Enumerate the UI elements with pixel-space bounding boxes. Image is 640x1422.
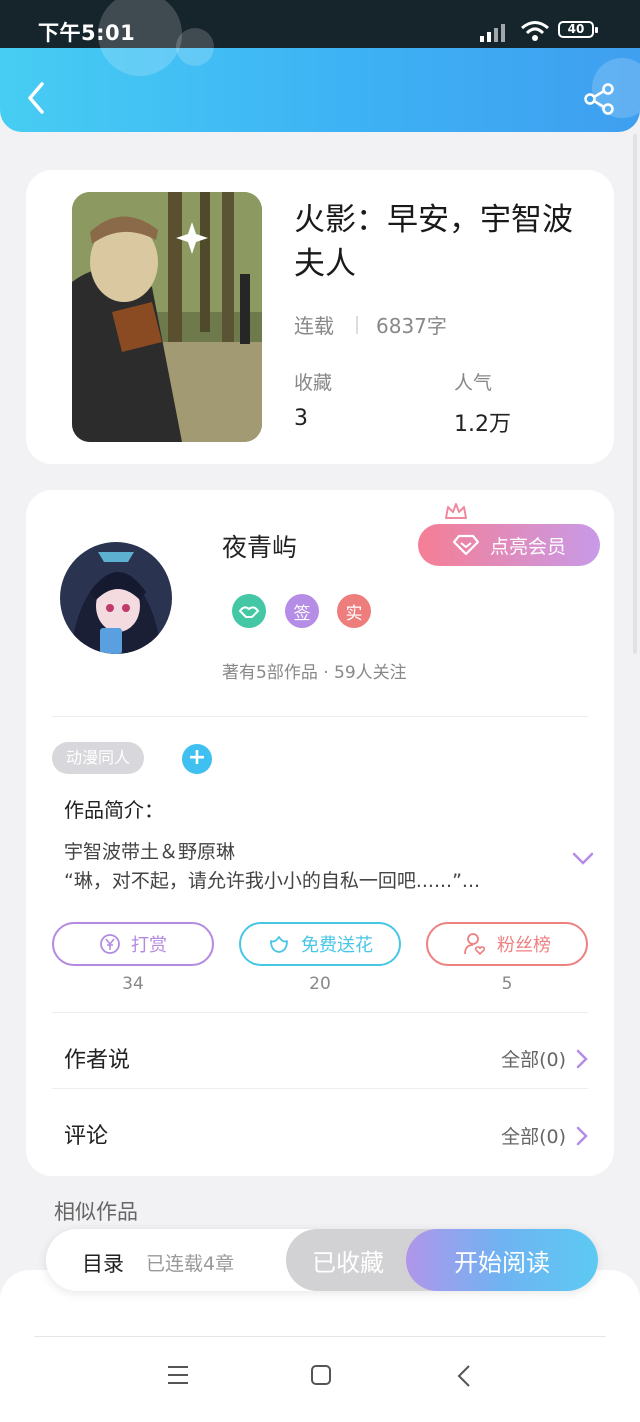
reading-action-bar: 目录 已连载4章 已收藏 开始阅读 <box>46 1229 598 1291</box>
catalog-button[interactable]: 目录 <box>82 1248 124 1278</box>
fan-user-icon <box>464 933 486 956</box>
popularity-label: 人气 <box>454 372 493 394</box>
comments-title: 评论 <box>64 1124 109 1149</box>
popularity-count: 1.2万 <box>454 412 511 437</box>
handshake-badge-icon[interactable] <box>232 594 266 628</box>
battery-indicator: 40 <box>558 21 598 38</box>
yen-icon <box>100 934 120 954</box>
bottom-sheet <box>0 1270 640 1422</box>
light-up-vip-button[interactable]: 点亮会员 <box>418 524 600 566</box>
author-says-title: 作者说 <box>64 1048 131 1073</box>
signal-icon <box>480 24 505 42</box>
chapter-count: 已连载4章 <box>146 1253 235 1275</box>
share-icon[interactable] <box>582 82 616 116</box>
divider <box>34 1336 606 1337</box>
word-count: 6837字 <box>376 314 447 338</box>
home-icon[interactable] <box>310 1364 332 1386</box>
genre-tag[interactable]: 动漫同人 <box>52 742 145 774</box>
author-card: 夜青屿 点亮会员 签 实 著有5部作品 · 59人关注 动漫同人 + 作品简介：… <box>26 490 614 1176</box>
chevron-right-icon <box>576 1049 588 1068</box>
similar-works-title: 相似作品 <box>54 1200 138 1224</box>
add-tag-icon[interactable]: + <box>182 744 212 774</box>
diamond-icon <box>452 534 480 556</box>
fan-count: 5 <box>501 974 513 994</box>
book-title: 火影：早安，宇智波夫人 <box>294 202 573 282</box>
favorites-count: 3 <box>294 406 308 431</box>
author-says-all-link[interactable]: 全部(0) <box>501 1045 588 1072</box>
divider <box>52 716 588 717</box>
vip-button-label: 点亮会员 <box>489 535 566 558</box>
back-icon[interactable] <box>22 80 52 116</box>
chevron-down-icon[interactable] <box>572 852 594 866</box>
book-info-card: 火影：早安，宇智波夫人 连载 6837字 收藏 3 人气 1.2万 <box>26 170 614 464</box>
author-stats: 著有5部作品 · 59人关注 <box>222 663 407 683</box>
verified-badge[interactable]: 实 <box>337 594 371 628</box>
decor-bubble <box>176 28 214 66</box>
tip-button[interactable]: 打赏 <box>52 922 214 966</box>
intro-title: 作品简介： <box>64 798 164 822</box>
chevron-right-icon <box>576 1126 588 1145</box>
intro-text: 宇智波带土＆野原琳 “琳，对不起，请允许我小小的自私一回吧......”... <box>64 841 481 892</box>
comments-all-link[interactable]: 全部(0) <box>501 1122 588 1149</box>
author-name[interactable]: 夜青屿 <box>222 528 297 564</box>
tip-count: 34 <box>122 974 144 994</box>
divider <box>356 315 358 334</box>
fan-ranking-button[interactable]: 粉丝榜 <box>426 922 588 966</box>
serial-status: 连载 <box>294 314 334 338</box>
crown-icon <box>445 503 467 519</box>
divider <box>52 1088 588 1089</box>
divider <box>52 1012 588 1013</box>
app-header: 下午5:01 40 <box>0 0 640 132</box>
status-time: 下午5:01 <box>38 21 136 45</box>
menu-icon[interactable] <box>166 1364 190 1386</box>
book-cover-image[interactable] <box>72 192 262 442</box>
send-flower-button[interactable]: 免费送花 <box>239 922 401 966</box>
author-avatar[interactable] <box>60 542 172 654</box>
nav-back-icon[interactable] <box>456 1364 472 1388</box>
flower-icon <box>270 936 288 953</box>
book-meta: 连载 6837字 <box>294 310 447 339</box>
wifi-icon <box>521 21 549 41</box>
scrollbar[interactable] <box>633 134 637 654</box>
flower-count: 20 <box>309 974 331 994</box>
favorites-label: 收藏 <box>294 372 333 394</box>
signed-badge[interactable]: 签 <box>285 594 319 628</box>
start-reading-button[interactable]: 开始阅读 <box>406 1229 598 1291</box>
